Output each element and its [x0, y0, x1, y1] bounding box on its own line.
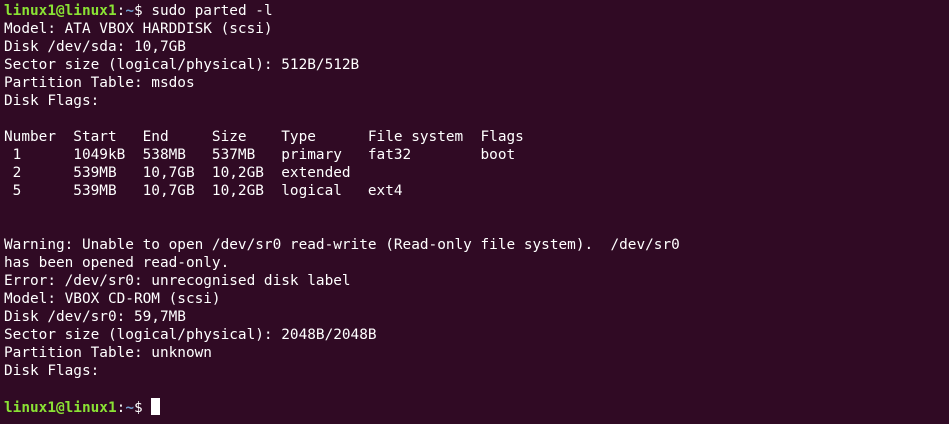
warning-line: Warning: Unable to open /dev/sr0 read-wr… [4, 237, 680, 253]
terminal-window[interactable]: linux1@linux1:~$ sudo parted -l Model: A… [0, 0, 949, 424]
prompt-symbol: $ [133, 400, 152, 416]
prompt-separator: : [116, 3, 126, 19]
output-line: Sector size (logical/physical): 512B/512… [4, 57, 360, 73]
output-line: Partition Table: unknown [4, 345, 212, 361]
output-line: Disk /dev/sr0: 59,7MB [4, 309, 186, 325]
prompt-separator: : [116, 400, 126, 416]
output-line: Model: VBOX CD-ROM (scsi) [4, 291, 221, 307]
output-line: Model: ATA VBOX HARDDISK (scsi) [4, 21, 273, 37]
text-cursor[interactable] [151, 398, 161, 415]
command-line: linux1@linux1:~$ sudo parted -l [4, 2, 949, 20]
prompt-symbol: $ [133, 3, 152, 19]
partition-row: 5 539MB 10,7GB 10,2GB logical ext4 [4, 183, 403, 199]
output-line: Disk Flags: [4, 93, 100, 109]
active-prompt-line[interactable]: linux1@linux1:~$ [4, 398, 949, 416]
command-text: sudo parted -l [151, 3, 273, 19]
prompt-user-host: linux1@linux1 [4, 400, 117, 416]
prompt-user-host: linux1@linux1 [4, 3, 117, 19]
output-line: Disk /dev/sda: 10,7GB [4, 39, 186, 55]
output-line: Partition Table: msdos [4, 75, 195, 91]
partition-row: 2 539MB 10,7GB 10,2GB extended [4, 165, 351, 181]
warning-line: has been opened read-only. [4, 255, 230, 271]
prompt-path: ~ [125, 3, 134, 19]
partition-table-header: Number Start End Size Type File system F… [4, 129, 524, 145]
partition-row: 1 1049kB 538MB 537MB primary fat32 boot [4, 147, 516, 163]
prompt-path: ~ [125, 400, 134, 416]
error-line: Error: /dev/sr0: unrecognised disk label [4, 273, 351, 289]
output-line: Disk Flags: [4, 363, 100, 379]
output-line: Sector size (logical/physical): 2048B/20… [4, 327, 377, 343]
